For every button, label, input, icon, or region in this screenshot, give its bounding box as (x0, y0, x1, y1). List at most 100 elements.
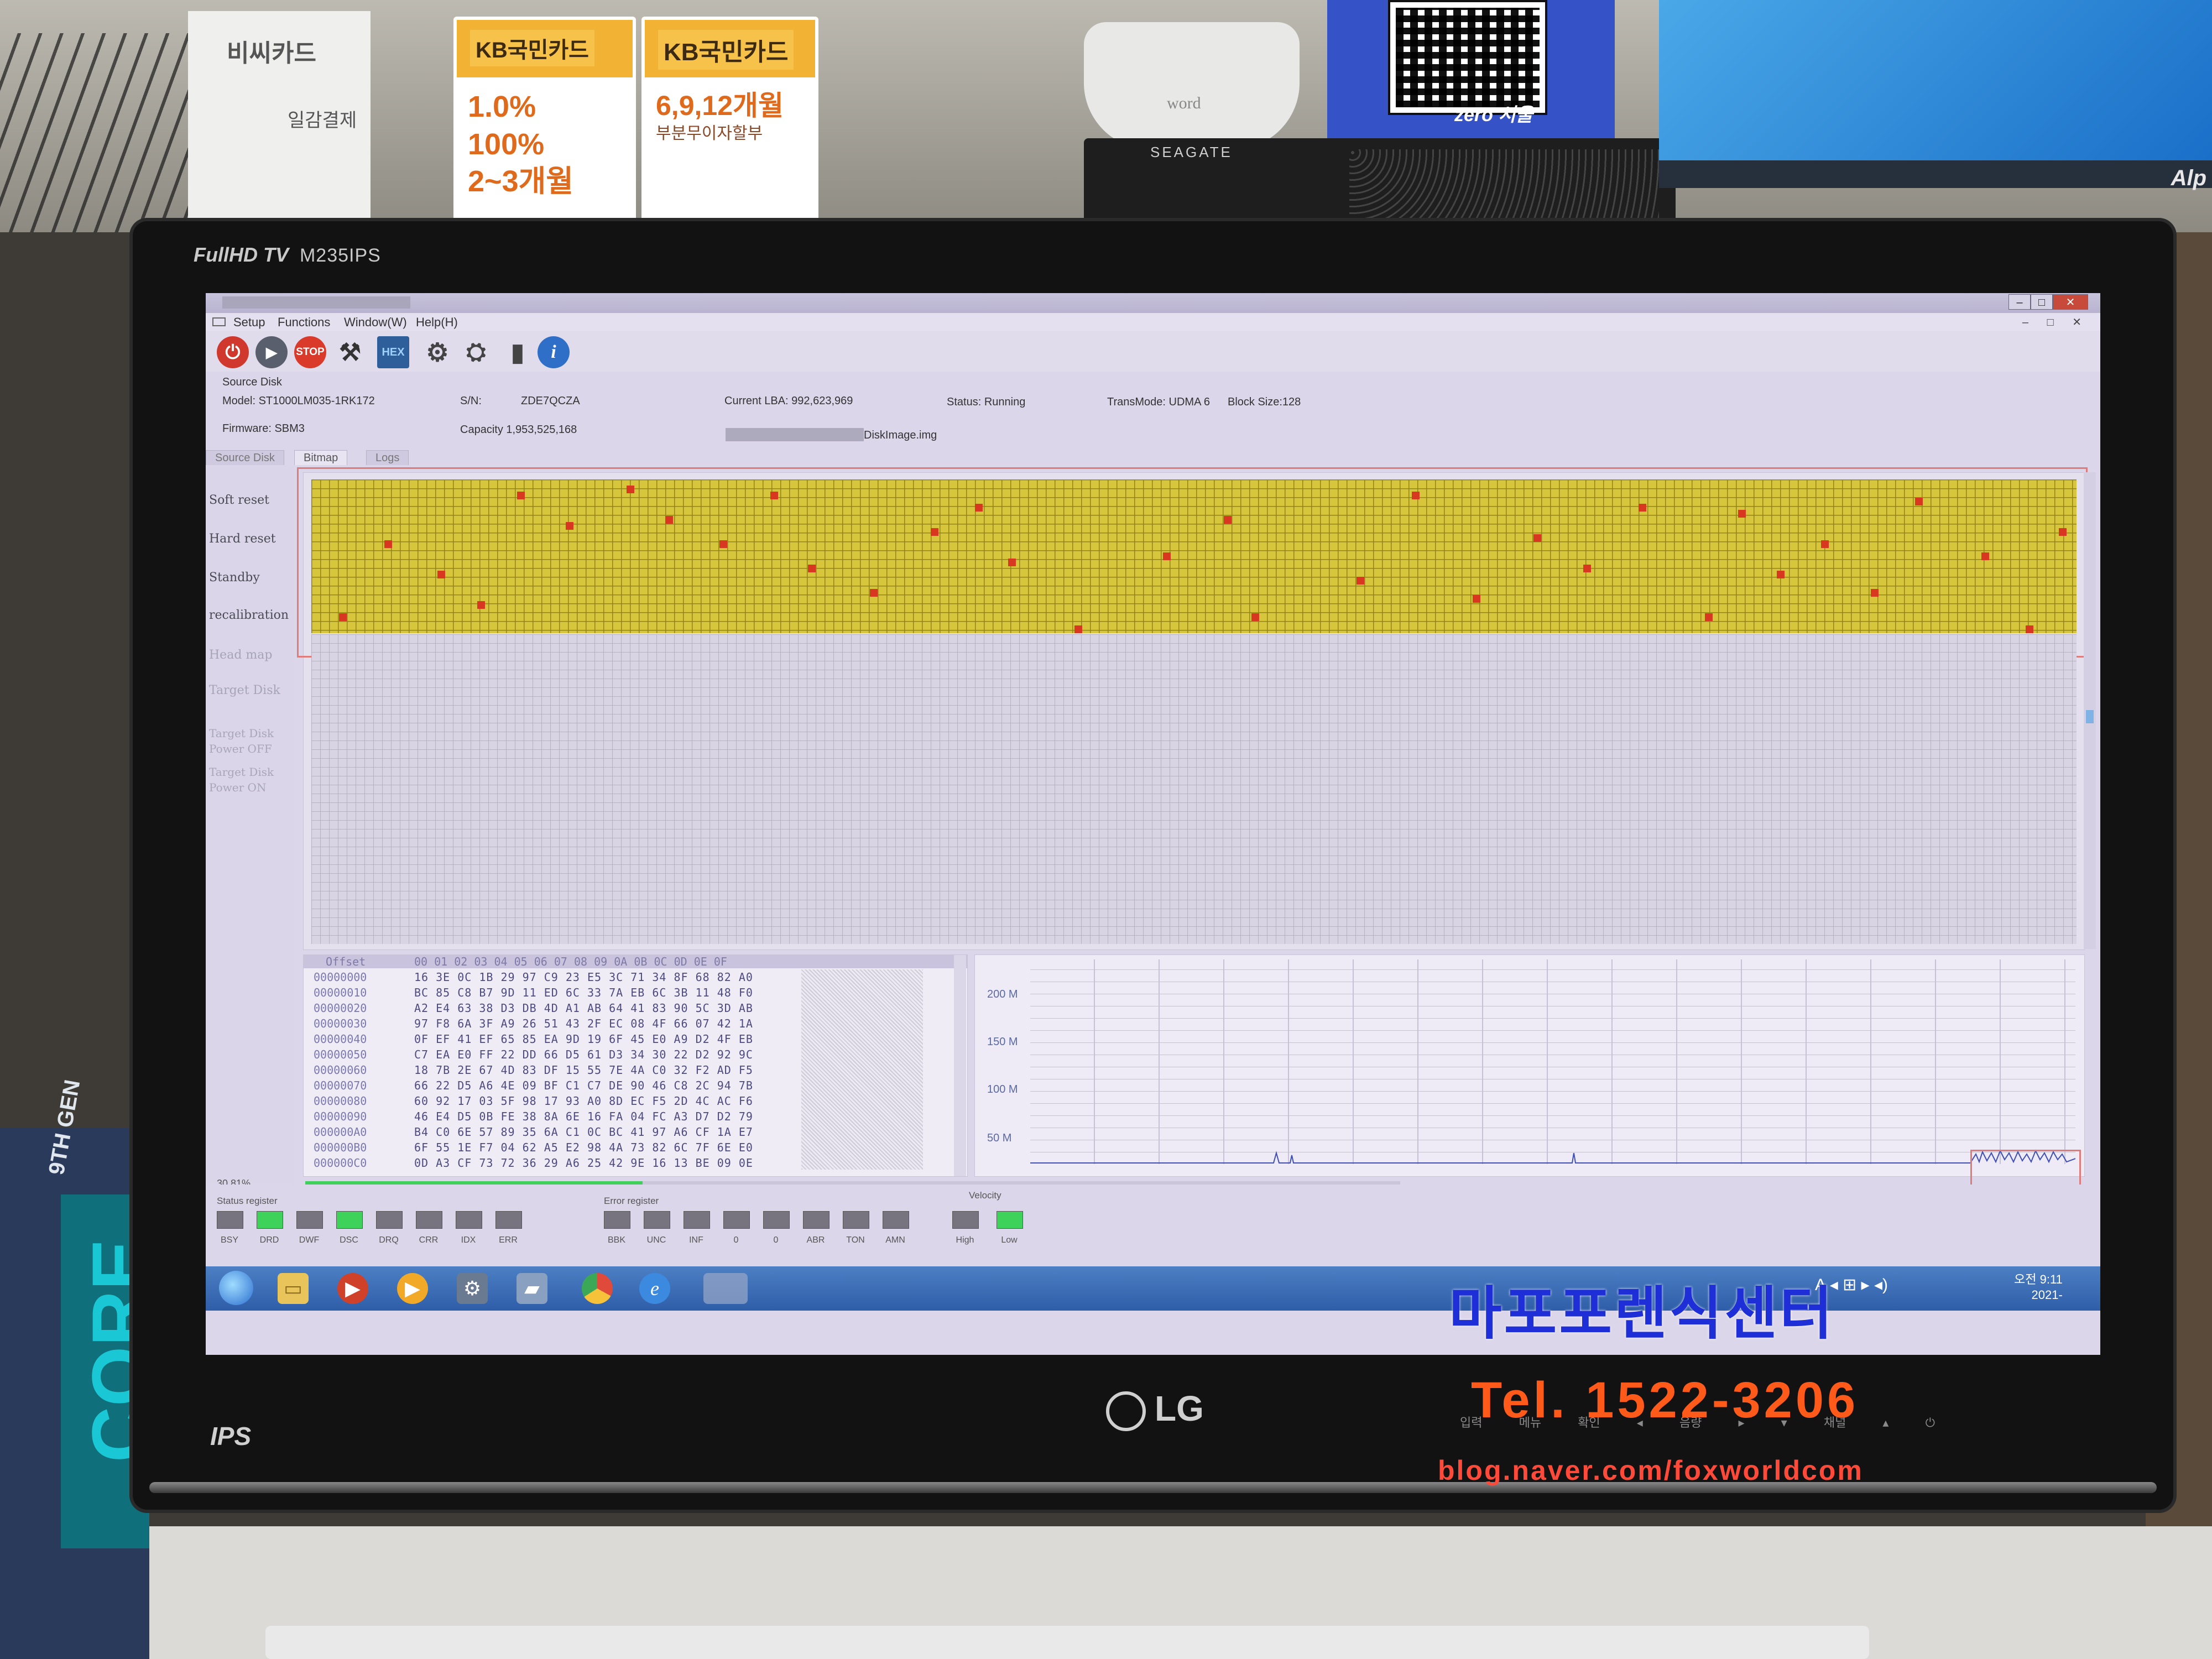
bad-sector-cell (1357, 577, 1364, 585)
velocity-led-label: Low (1001, 1235, 1018, 1245)
tab-logs[interactable]: Logs (366, 450, 409, 465)
bc-card-title: 비씨카드 (227, 40, 316, 67)
app-screen: – □ ✕ Setup Functions Window(W) Help(H) … (206, 293, 2100, 1355)
standby-button[interactable]: Standby (209, 571, 260, 585)
firmware: Firmware: SBM3 (222, 422, 305, 435)
kb-sign-1-body: 1.0% 100% 2~3개월 (453, 77, 636, 221)
menu-setup[interactable]: Setup (233, 315, 265, 330)
hex-icon[interactable]: HEX (377, 336, 409, 368)
clock-date: 2021- (2031, 1288, 2063, 1302)
bad-sector-cell (339, 613, 347, 621)
gear-icon[interactable]: ⚙ (421, 336, 453, 368)
bad-sector-cell (384, 540, 392, 548)
hex-row-bytes: BC 85 C8 B7 9D 11 ED 6C 33 7A EB 6C 3B 1… (414, 986, 753, 999)
hex-row-bytes: C7 EA E0 FF 22 DD 66 D5 61 D3 34 30 22 D… (414, 1048, 753, 1061)
model-number: M235IPS (299, 245, 381, 266)
power-icon[interactable]: ⏻ (217, 336, 249, 368)
menu-help[interactable]: Help(H) (416, 315, 458, 330)
bad-sector-cell (1224, 516, 1232, 524)
status-register-led (336, 1211, 363, 1229)
hex-row-bytes: 97 F8 6A 3F A9 26 51 43 2F EC 08 4F 66 0… (414, 1017, 753, 1030)
status-register-led (217, 1211, 243, 1229)
hard-reset-button[interactable]: Hard reset (209, 532, 276, 546)
bitmap-scrollbar[interactable] (2084, 472, 2096, 949)
ips-logo: IPS (210, 1422, 252, 1451)
blurred-taskbar-item[interactable] (703, 1273, 748, 1304)
unread-sectors-grid (311, 634, 2077, 944)
hex-row-offset: 00000020 (314, 1001, 367, 1015)
hex-row-bytes: 6F 55 1E F7 04 62 A5 E2 98 4A 73 82 6C 7… (414, 1141, 753, 1154)
current-lba: Current LBA: 992,623,969 (724, 395, 853, 407)
other-monitor-screen (1659, 0, 2212, 160)
bad-sector-cell (627, 486, 634, 493)
disk-icon[interactable]: ⛭ (460, 336, 492, 368)
mdi-window-buttons[interactable]: – □ ✕ (2022, 315, 2089, 329)
app-taskbar-icon[interactable]: ▰ (517, 1273, 547, 1304)
target-disk-button[interactable]: Target Disk (209, 684, 280, 697)
qr-poster: zero 서울 (1327, 0, 1615, 138)
other-monitor-brand: Alp (2171, 166, 2206, 190)
hex-scrollbar[interactable] (954, 955, 966, 1176)
tab-source-disk[interactable]: Source Disk (206, 450, 284, 465)
tools-icon[interactable]: ⚒ (334, 336, 366, 368)
clock-time: 오전 9:11 (2014, 1272, 2063, 1286)
close-button[interactable]: ✕ (2053, 294, 2088, 310)
hex-row-bytes: 18 7B 2E 67 4D 83 DF 15 55 7E 4A C0 32 F… (414, 1063, 753, 1077)
recalibration-button[interactable]: recalibration (209, 608, 289, 622)
run-status: Status: Running (947, 396, 1026, 408)
bad-sector-cell (1008, 559, 1016, 566)
status-register-led-label: BSY (220, 1235, 238, 1245)
stop-icon[interactable]: STOP (294, 336, 326, 368)
tab-bitmap[interactable]: Bitmap (294, 450, 348, 465)
target-power-off-button[interactable]: Target Disk Power OFF (209, 726, 292, 757)
taskbar-clock[interactable]: 오전 9:11 2021- (2014, 1272, 2063, 1303)
hex-row-bytes: 16 3E 0C 1B 29 97 C9 23 E5 3C 71 34 8F 6… (414, 971, 753, 984)
status-register-led-label: IDX (461, 1235, 476, 1245)
bitmap-scroll-thumb[interactable] (2086, 710, 2094, 723)
target-power-on-button[interactable]: Target Disk Power ON (209, 764, 292, 795)
explorer-icon[interactable]: ▭ (278, 1273, 309, 1304)
watermark-blog: blog.naver.com/foxworldcom (1438, 1455, 1864, 1486)
fullhd-label: FullHD TV (194, 243, 289, 266)
maximize-button[interactable]: □ (2031, 294, 2053, 310)
info-icon[interactable]: i (538, 336, 570, 368)
menu-window[interactable]: Window(W) (344, 315, 407, 330)
player-icon[interactable]: ▶ (397, 1273, 428, 1304)
settings-icon[interactable]: ⚙ (457, 1273, 488, 1304)
hex-ascii-column (801, 969, 923, 1170)
bad-sector-cell (1871, 589, 1879, 597)
kb-card-sign-2: KB국민카드 6,9,12개월 부분무이자할부 (641, 17, 818, 221)
soft-reset-button[interactable]: Soft reset (209, 493, 269, 507)
sector-bitmap (297, 467, 2088, 950)
app-menu-icon[interactable] (212, 317, 226, 326)
chrome-icon[interactable] (582, 1273, 613, 1304)
ie-icon[interactable]: e (639, 1273, 670, 1304)
play-icon[interactable]: ▶ (255, 336, 288, 368)
error-register-led-label: ABR (806, 1235, 825, 1245)
bad-sector-cell (808, 565, 816, 572)
start-button[interactable] (219, 1271, 253, 1305)
monitor-model-label: FullHD TV M235IPS (194, 243, 381, 267)
menu-functions[interactable]: Functions (278, 315, 330, 330)
bc-card-sign: 비씨카드 일감결제 (188, 11, 371, 227)
kb-sign-1-line1: 1.0% (468, 90, 536, 123)
kb-card-sign-1: KB국민카드 1.0% 100% 2~3개월 (453, 17, 636, 221)
status-register-title: Status register (217, 1196, 278, 1206)
bad-sector-cell (1163, 552, 1171, 560)
head-map-button[interactable]: Head map (209, 648, 272, 662)
minimize-button[interactable]: – (2008, 294, 2031, 310)
error-register-led (604, 1211, 630, 1229)
hex-row-offset: 00000060 (314, 1063, 367, 1077)
bad-sector-cell (1738, 510, 1746, 518)
bad-sector-cell (1533, 534, 1541, 542)
media-player-icon[interactable]: ▶ (337, 1273, 368, 1304)
hex-row-offset: 00000070 (314, 1079, 367, 1092)
bad-sector-cell (931, 528, 938, 536)
book-icon[interactable]: ▮ (502, 336, 534, 368)
qr-caption: zero 서울 (1454, 105, 1533, 126)
serial-label: S/N: (460, 395, 482, 407)
lg-logo: LG (1106, 1388, 1204, 1432)
bad-sector-cell (1251, 613, 1259, 621)
error-register-title: Error register (604, 1196, 659, 1206)
hex-row-bytes: 46 E4 D5 0B FE 38 8A 6E 16 FA 04 FC A3 D… (414, 1110, 753, 1123)
